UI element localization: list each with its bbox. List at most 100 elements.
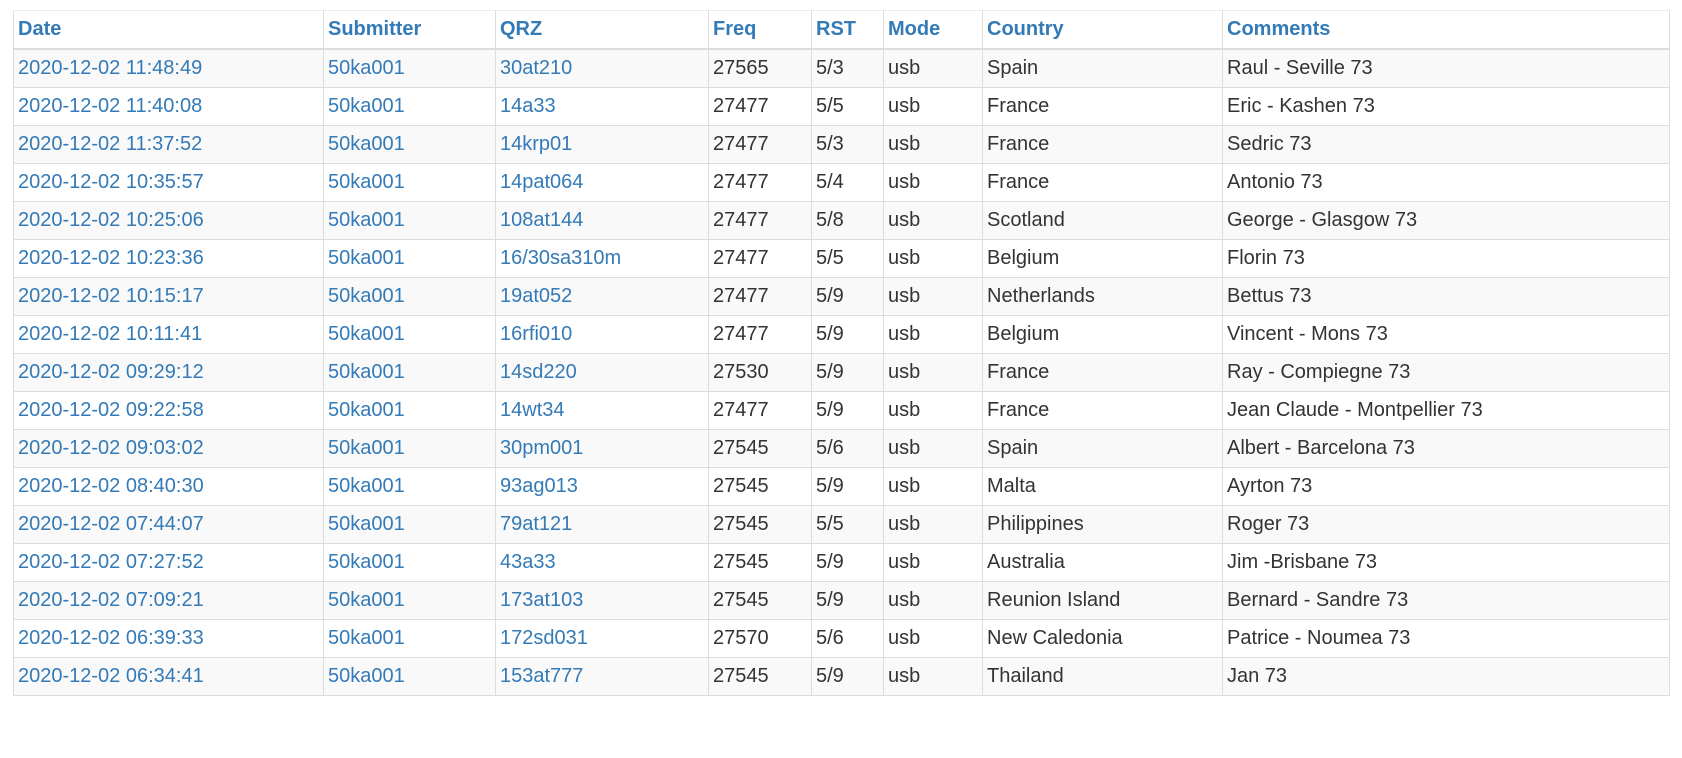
qrz-link[interactable]: 14wt34 <box>500 399 565 421</box>
date-link[interactable]: 2020-12-02 07:44:07 <box>18 513 204 535</box>
header-freq[interactable]: Freq <box>708 10 812 50</box>
sort-submitter-link[interactable]: Submitter <box>328 18 421 40</box>
sort-freq-link[interactable]: Freq <box>713 18 756 40</box>
date-link[interactable]: 2020-12-02 10:25:06 <box>18 209 204 231</box>
cell-date[interactable]: 2020-12-02 10:35:57 <box>13 163 324 202</box>
cell-submitter[interactable]: 50ka001 <box>323 353 496 392</box>
submitter-link[interactable]: 50ka001 <box>328 95 405 117</box>
cell-submitter[interactable]: 50ka001 <box>323 277 496 316</box>
cell-submitter[interactable]: 50ka001 <box>323 201 496 240</box>
sort-comments-link[interactable]: Comments <box>1227 18 1330 40</box>
header-comments[interactable]: Comments <box>1222 10 1670 50</box>
cell-submitter[interactable]: 50ka001 <box>323 163 496 202</box>
cell-submitter[interactable]: 50ka001 <box>323 657 496 696</box>
date-link[interactable]: 2020-12-02 09:03:02 <box>18 437 204 459</box>
cell-qrz[interactable]: 93ag013 <box>495 467 709 506</box>
cell-submitter[interactable]: 50ka001 <box>323 87 496 126</box>
cell-date[interactable]: 2020-12-02 11:48:49 <box>13 48 324 88</box>
date-link[interactable]: 2020-12-02 09:29:12 <box>18 361 204 383</box>
cell-qrz[interactable]: 173at103 <box>495 581 709 620</box>
cell-qrz[interactable]: 172sd031 <box>495 619 709 658</box>
cell-date[interactable]: 2020-12-02 10:15:17 <box>13 277 324 316</box>
qrz-link[interactable]: 79at121 <box>500 513 572 535</box>
cell-submitter[interactable]: 50ka001 <box>323 505 496 544</box>
header-date[interactable]: Date <box>13 10 324 50</box>
cell-date[interactable]: 2020-12-02 07:27:52 <box>13 543 324 582</box>
cell-submitter[interactable]: 50ka001 <box>323 543 496 582</box>
date-link[interactable]: 2020-12-02 07:27:52 <box>18 551 204 573</box>
cell-qrz[interactable]: 14a33 <box>495 87 709 126</box>
submitter-link[interactable]: 50ka001 <box>328 323 405 345</box>
qrz-link[interactable]: 14krp01 <box>500 133 572 155</box>
qrz-link[interactable]: 14a33 <box>500 95 556 117</box>
submitter-link[interactable]: 50ka001 <box>328 171 405 193</box>
submitter-link[interactable]: 50ka001 <box>328 589 405 611</box>
header-rst[interactable]: RST <box>811 10 884 50</box>
cell-qrz[interactable]: 14pat064 <box>495 163 709 202</box>
cell-date[interactable]: 2020-12-02 10:23:36 <box>13 239 324 278</box>
date-link[interactable]: 2020-12-02 11:40:08 <box>18 95 202 117</box>
cell-date[interactable]: 2020-12-02 11:40:08 <box>13 87 324 126</box>
cell-submitter[interactable]: 50ka001 <box>323 125 496 164</box>
cell-qrz[interactable]: 16/30sa310m <box>495 239 709 278</box>
qrz-link[interactable]: 19at052 <box>500 285 572 307</box>
sort-mode-link[interactable]: Mode <box>888 18 940 40</box>
cell-date[interactable]: 2020-12-02 09:29:12 <box>13 353 324 392</box>
cell-date[interactable]: 2020-12-02 11:37:52 <box>13 125 324 164</box>
date-link[interactable]: 2020-12-02 08:40:30 <box>18 475 204 497</box>
cell-date[interactable]: 2020-12-02 09:22:58 <box>13 391 324 430</box>
submitter-link[interactable]: 50ka001 <box>328 437 405 459</box>
cell-submitter[interactable]: 50ka001 <box>323 239 496 278</box>
cell-submitter[interactable]: 50ka001 <box>323 429 496 468</box>
date-link[interactable]: 2020-12-02 10:11:41 <box>18 323 202 345</box>
date-link[interactable]: 2020-12-02 09:22:58 <box>18 399 204 421</box>
date-link[interactable]: 2020-12-02 07:09:21 <box>18 589 204 611</box>
cell-qrz[interactable]: 79at121 <box>495 505 709 544</box>
header-country[interactable]: Country <box>982 10 1223 50</box>
cell-qrz[interactable]: 30at210 <box>495 48 709 88</box>
header-submitter[interactable]: Submitter <box>323 10 496 50</box>
cell-submitter[interactable]: 50ka001 <box>323 581 496 620</box>
submitter-link[interactable]: 50ka001 <box>328 665 405 687</box>
qrz-link[interactable]: 93ag013 <box>500 475 578 497</box>
cell-qrz[interactable]: 16rfi010 <box>495 315 709 354</box>
cell-date[interactable]: 2020-12-02 07:09:21 <box>13 581 324 620</box>
cell-date[interactable]: 2020-12-02 06:39:33 <box>13 619 324 658</box>
qrz-link[interactable]: 153at777 <box>500 665 583 687</box>
cell-qrz[interactable]: 19at052 <box>495 277 709 316</box>
cell-qrz[interactable]: 108at144 <box>495 201 709 240</box>
submitter-link[interactable]: 50ka001 <box>328 551 405 573</box>
submitter-link[interactable]: 50ka001 <box>328 475 405 497</box>
submitter-link[interactable]: 50ka001 <box>328 627 405 649</box>
submitter-link[interactable]: 50ka001 <box>328 285 405 307</box>
qrz-link[interactable]: 30at210 <box>500 57 572 79</box>
cell-qrz[interactable]: 14krp01 <box>495 125 709 164</box>
qrz-link[interactable]: 172sd031 <box>500 627 588 649</box>
date-link[interactable]: 2020-12-02 06:34:41 <box>18 665 204 687</box>
cell-date[interactable]: 2020-12-02 08:40:30 <box>13 467 324 506</box>
sort-country-link[interactable]: Country <box>987 18 1064 40</box>
qrz-link[interactable]: 108at144 <box>500 209 583 231</box>
cell-date[interactable]: 2020-12-02 07:44:07 <box>13 505 324 544</box>
submitter-link[interactable]: 50ka001 <box>328 209 405 231</box>
cell-submitter[interactable]: 50ka001 <box>323 467 496 506</box>
cell-date[interactable]: 2020-12-02 09:03:02 <box>13 429 324 468</box>
sort-date-link[interactable]: Date <box>18 18 61 40</box>
qrz-link[interactable]: 43a33 <box>500 551 556 573</box>
qrz-link[interactable]: 30pm001 <box>500 437 583 459</box>
cell-qrz[interactable]: 14wt34 <box>495 391 709 430</box>
qrz-link[interactable]: 14pat064 <box>500 171 583 193</box>
header-mode[interactable]: Mode <box>883 10 983 50</box>
cell-qrz[interactable]: 30pm001 <box>495 429 709 468</box>
submitter-link[interactable]: 50ka001 <box>328 133 405 155</box>
sort-qrz-link[interactable]: QRZ <box>500 18 542 40</box>
cell-qrz[interactable]: 43a33 <box>495 543 709 582</box>
sort-rst-link[interactable]: RST <box>816 18 856 40</box>
cell-date[interactable]: 2020-12-02 10:11:41 <box>13 315 324 354</box>
cell-qrz[interactable]: 153at777 <box>495 657 709 696</box>
qrz-link[interactable]: 173at103 <box>500 589 583 611</box>
cell-submitter[interactable]: 50ka001 <box>323 48 496 88</box>
date-link[interactable]: 2020-12-02 10:23:36 <box>18 247 204 269</box>
date-link[interactable]: 2020-12-02 11:37:52 <box>18 133 202 155</box>
submitter-link[interactable]: 50ka001 <box>328 361 405 383</box>
